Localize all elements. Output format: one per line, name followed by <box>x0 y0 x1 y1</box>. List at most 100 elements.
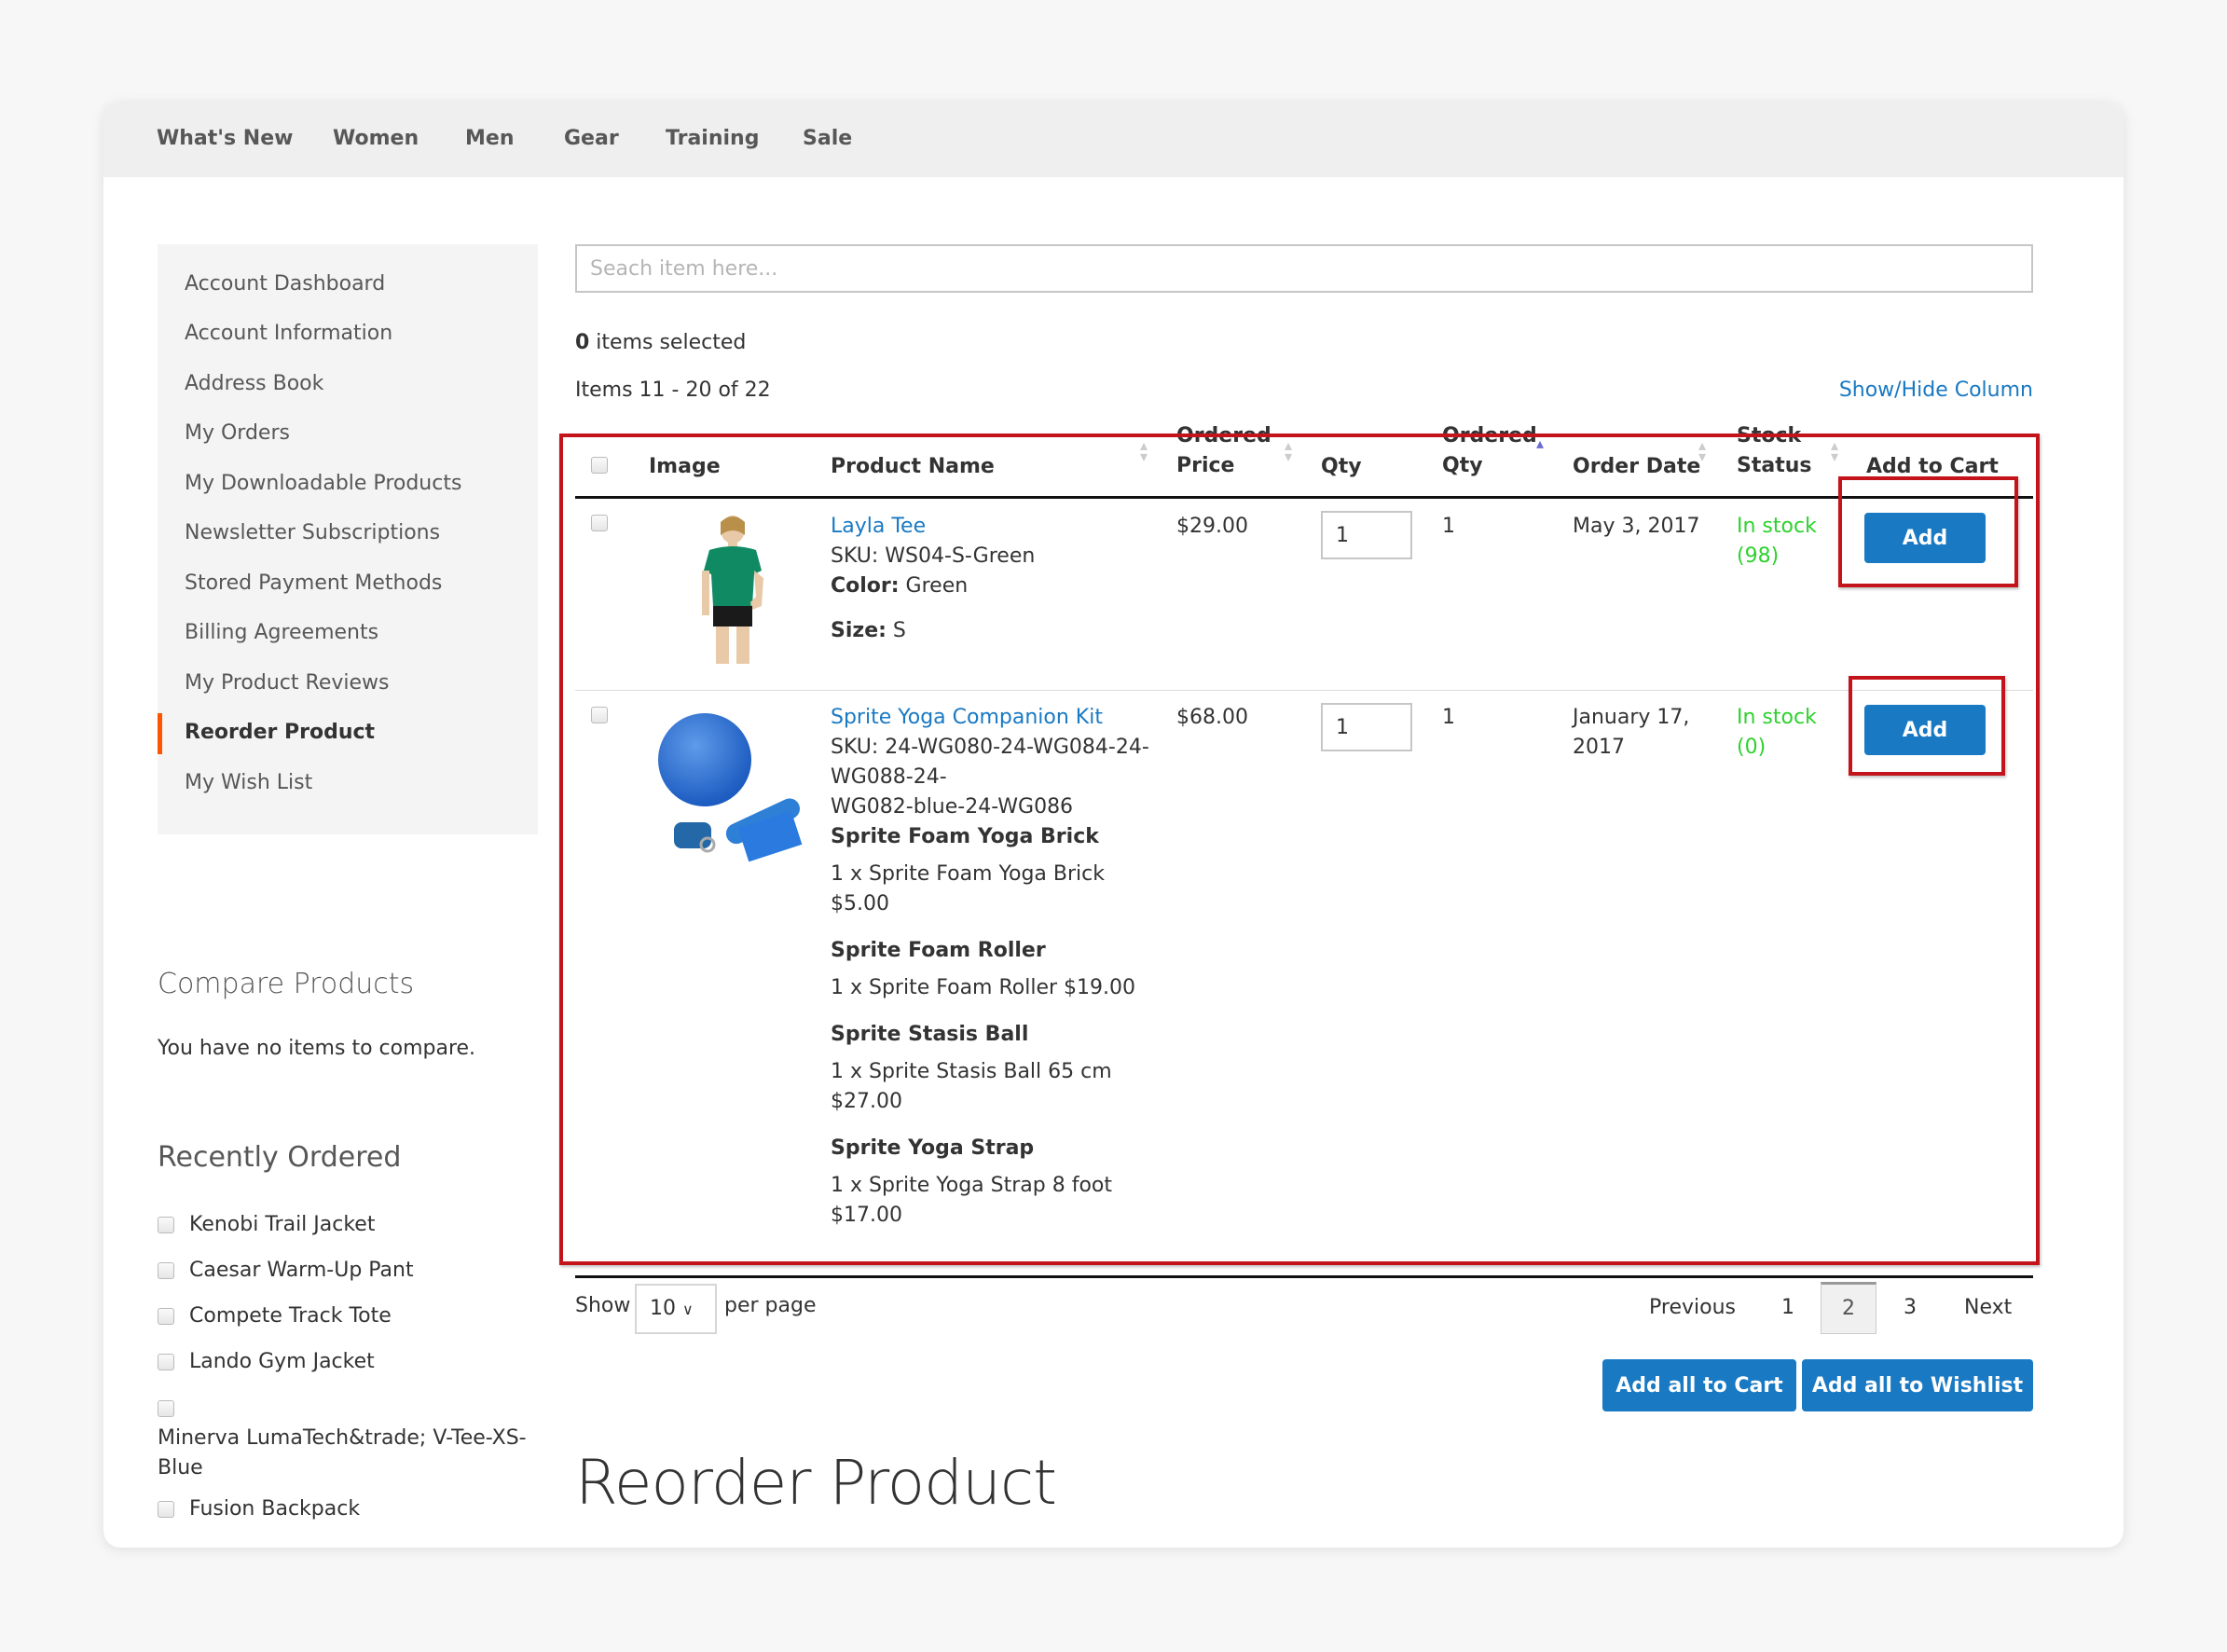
sidebar-item-my-orders[interactable]: My Orders <box>185 421 290 445</box>
ordered-price: $68.00 <box>1176 706 1248 729</box>
selected-count-label: items selected <box>589 331 747 354</box>
option-label-size: Size: <box>831 619 887 642</box>
sort-icon[interactable]: ▴ ▾ <box>1698 438 1706 464</box>
recent-item-checkbox[interactable] <box>158 1354 174 1370</box>
add-all-to-wishlist-button[interactable]: Add all to Wishlist <box>1802 1359 2033 1411</box>
sidebar-item-product-reviews[interactable]: My Product Reviews <box>185 671 389 695</box>
qty-input[interactable] <box>1321 703 1412 751</box>
column-header-order-date[interactable]: Order Date <box>1573 452 1700 482</box>
pager-previous[interactable]: Previous <box>1649 1296 1736 1319</box>
limiter-per-page-label: per page <box>724 1294 817 1317</box>
column-header-ordered-qty[interactable]: Ordered Qty <box>1442 421 1537 481</box>
add-to-cart-button[interactable]: Add <box>1864 705 1986 755</box>
nav-whats-new[interactable]: What's New <box>157 127 293 150</box>
recent-item: Lando Gym Jacket <box>158 1347 530 1377</box>
recent-item-checkbox[interactable] <box>158 1308 174 1325</box>
active-item-marker <box>158 713 162 754</box>
ordered-qty: 1 <box>1442 706 1455 729</box>
product-image-layla-tee <box>702 516 763 664</box>
option-label-color: Color: <box>831 574 900 598</box>
sidebar-item-wish-list[interactable]: My Wish List <box>185 771 312 794</box>
column-header-qty: Qty <box>1321 455 1362 478</box>
select-all-checkbox[interactable] <box>591 457 608 474</box>
ordered-price: $29.00 <box>1176 515 1248 538</box>
stock-status: In stock (0) <box>1737 706 1817 759</box>
bundle-option: Sprite Stasis Ball 1 x Sprite Stasis Bal… <box>831 1020 1149 1117</box>
recent-item-checkbox[interactable] <box>158 1217 174 1233</box>
sort-icon[interactable]: ▴ ▾ <box>1831 438 1838 464</box>
pager-divider <box>575 1275 2033 1278</box>
table-header-divider <box>575 496 2033 499</box>
column-header-image: Image <box>649 455 721 478</box>
selected-count-value: 0 <box>575 331 590 354</box>
pager-page-3[interactable]: 3 <box>1904 1296 1917 1319</box>
bundle-option-title: Sprite Foam Yoga Brick <box>831 825 1099 848</box>
sort-icon[interactable]: ▴ ▾ <box>1140 438 1148 464</box>
recent-item-label[interactable]: Minerva LumaTech&trade; V-Tee-XS-Blue <box>158 1426 527 1480</box>
bundle-option-line: 1 x Sprite Foam Roller $19.00 <box>831 976 1136 999</box>
sidebar-item-payment-methods[interactable]: Stored Payment Methods <box>185 571 442 595</box>
pager-page-2-current: 2 <box>1821 1282 1876 1334</box>
recent-item-label[interactable]: Fusion Backpack <box>189 1497 360 1521</box>
nav-training[interactable]: Training <box>666 127 759 150</box>
column-header-add-to-cart: Add to Cart <box>1866 455 1999 478</box>
sidebar-item-account-dashboard[interactable]: Account Dashboard <box>185 272 385 296</box>
column-header-stock-status[interactable]: Stock Status <box>1737 421 1811 481</box>
add-to-cart-button[interactable]: Add <box>1864 513 1986 563</box>
bundle-option-line: 1 x Sprite Stasis Ball 65 cm <box>831 1060 1112 1083</box>
page-title: Reorder Product <box>575 1447 1057 1519</box>
recent-item-label[interactable]: Compete Track Tote <box>189 1304 392 1328</box>
order-date: May 3, 2017 <box>1573 515 1700 538</box>
sidebar-item-address-book[interactable]: Address Book <box>185 372 323 395</box>
qty-input[interactable] <box>1321 511 1412 559</box>
page-card: What's New Women Men Gear Training Sale … <box>103 103 2124 1548</box>
items-range: Items 11 - 20 of 22 <box>575 379 771 402</box>
add-all-to-cart-button[interactable]: Add all to Cart <box>1602 1359 1796 1411</box>
sidebar-item-account-information[interactable]: Account Information <box>185 322 392 345</box>
row-divider <box>575 690 2033 691</box>
recent-item-label[interactable]: Caesar Warm-Up Pant <box>189 1259 414 1282</box>
sidebar-item-billing-agreements[interactable]: Billing Agreements <box>185 621 378 644</box>
product-sku: SKU: WS04-S-Green <box>831 544 1036 568</box>
nav-gear[interactable]: Gear <box>564 127 619 150</box>
compare-empty-text: You have no items to compare. <box>158 1037 476 1060</box>
recent-item-label[interactable]: Lando Gym Jacket <box>189 1350 375 1373</box>
bundle-option-price: $17.00 <box>831 1204 902 1227</box>
recent-item-checkbox[interactable] <box>158 1501 174 1518</box>
search-input[interactable] <box>575 244 2033 293</box>
bundle-option-price: $5.00 <box>831 892 889 915</box>
stock-status: In stock (98) <box>1737 515 1817 568</box>
per-page-value: 10 <box>650 1297 676 1320</box>
bundle-option: Sprite Foam Roller 1 x Sprite Foam Rolle… <box>831 936 1149 1003</box>
recent-item: Caesar Warm-Up Pant <box>158 1256 530 1286</box>
recent-item-checkbox[interactable] <box>158 1400 174 1417</box>
product-info: Sprite Yoga Companion Kit SKU: 24-WG080-… <box>831 703 1149 1231</box>
recent-item-label[interactable]: Kenobi Trail Jacket <box>189 1213 375 1236</box>
sort-icon[interactable]: ▴ ▾ <box>1285 438 1292 464</box>
account-sidebar: Account Dashboard Account Information Ad… <box>158 244 538 834</box>
bundle-option-price: $27.00 <box>831 1090 902 1113</box>
bundle-option: Sprite Foam Yoga Brick 1 x Sprite Foam Y… <box>831 822 1149 919</box>
bundle-option: Sprite Yoga Strap 1 x Sprite Yoga Strap … <box>831 1134 1149 1231</box>
nav-men[interactable]: Men <box>465 127 514 150</box>
show-hide-column-link[interactable]: Show/Hide Column <box>1839 379 2033 402</box>
sidebar-item-newsletter[interactable]: Newsletter Subscriptions <box>185 521 440 544</box>
pager-next[interactable]: Next <box>1964 1296 2012 1319</box>
sidebar-item-reorder-product[interactable]: Reorder Product <box>185 721 375 744</box>
nav-women[interactable]: Women <box>333 127 419 150</box>
pager-page-1[interactable]: 1 <box>1781 1296 1794 1319</box>
column-header-product-name[interactable]: Product Name <box>831 452 995 482</box>
row-checkbox[interactable] <box>591 515 608 531</box>
nav-sale[interactable]: Sale <box>803 127 852 150</box>
recent-item-checkbox[interactable] <box>158 1262 174 1279</box>
column-header-ordered-price[interactable]: Ordered Price <box>1176 421 1272 481</box>
product-name-link[interactable]: Sprite Yoga Companion Kit <box>831 706 1103 729</box>
row-checkbox[interactable] <box>591 707 608 723</box>
per-page-select[interactable]: 10 ∨ <box>635 1284 717 1334</box>
limiter-show-label: Show <box>575 1294 631 1317</box>
sidebar-item-downloadable-products[interactable]: My Downloadable Products <box>185 472 461 495</box>
chevron-down-icon: ∨ <box>682 1301 694 1318</box>
product-name-link[interactable]: Layla Tee <box>831 515 926 538</box>
sort-ascending-icon[interactable]: ▴ <box>1536 436 1544 451</box>
bundle-option-line: 1 x Sprite Yoga Strap 8 foot <box>831 1174 1113 1197</box>
